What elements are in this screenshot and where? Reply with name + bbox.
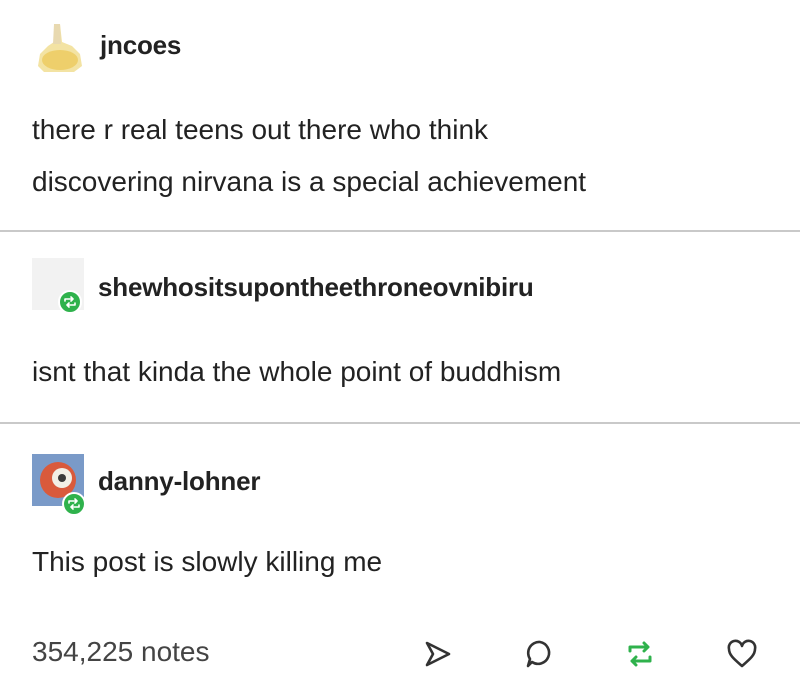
avatar-jncoes[interactable] (32, 22, 88, 74)
share-icon[interactable] (418, 634, 458, 674)
username[interactable]: jncoes (100, 30, 181, 61)
reblog-icon[interactable] (620, 634, 660, 674)
username[interactable]: danny-lohner (98, 466, 260, 497)
divider (0, 230, 800, 232)
divider (0, 422, 800, 424)
post-text-line: there r real teens out there who think (32, 114, 489, 145)
notes-count[interactable]: 354,225 notes (32, 636, 210, 668)
reblog-badge-icon (58, 290, 82, 314)
post-text-line: This post is slowly killing me (32, 546, 383, 577)
reply-icon[interactable] (520, 634, 560, 674)
post-body: there r real teens out there who think d… (32, 104, 586, 208)
post-body: isnt that kinda the whole point of buddh… (32, 346, 561, 398)
avatar-image (38, 24, 82, 72)
post-text-line: discovering nirvana is a special achieve… (32, 166, 587, 197)
post-text-line: isnt that kinda the whole point of buddh… (32, 356, 562, 387)
like-icon[interactable] (722, 634, 762, 674)
reblog-badge-icon (62, 492, 86, 516)
post-body: This post is slowly killing me (32, 536, 382, 588)
username[interactable]: shewhositsupontheethroneovnibiru (98, 272, 534, 303)
